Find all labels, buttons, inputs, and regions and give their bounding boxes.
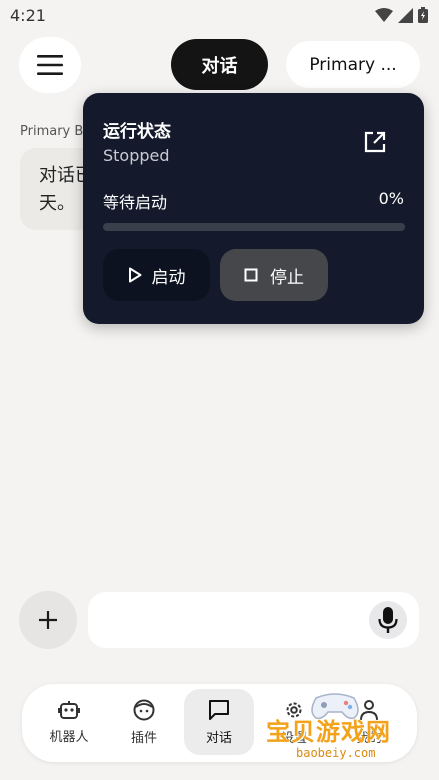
microphone-icon xyxy=(378,607,398,633)
hamburger-menu-icon xyxy=(37,55,63,75)
progress-label: 等待启动 xyxy=(103,193,168,212)
bot-name-label: Primary B xyxy=(20,124,84,139)
bot-selector-button[interactable]: Primary ... xyxy=(286,41,420,88)
chat-bubble-icon xyxy=(209,699,229,720)
watermark-text: 宝贝游戏网 xyxy=(266,718,391,746)
start-button-label: 启动 xyxy=(151,267,186,288)
tab-chat[interactable]: 对话 xyxy=(171,39,268,90)
nav-item-chat[interactable]: 对话 xyxy=(184,689,254,755)
stop-button-label: 停止 xyxy=(270,267,304,288)
start-button[interactable]: 启动 xyxy=(103,249,210,301)
signal-icon xyxy=(398,7,413,23)
nav-label-robots: 机器人 xyxy=(49,729,89,745)
wifi-icon xyxy=(375,8,393,22)
play-icon xyxy=(128,267,141,283)
progress-bar xyxy=(103,223,405,231)
nav-label-plugins: 插件 xyxy=(130,730,157,746)
face-icon xyxy=(133,699,155,720)
run-state-text: Stopped xyxy=(103,146,170,165)
progress-value: 0% xyxy=(378,189,404,208)
robot-icon xyxy=(58,700,80,719)
status-bar: 4:21 xyxy=(0,0,439,30)
nav-item-plugins[interactable]: 插件 xyxy=(109,689,179,755)
open-external-button[interactable] xyxy=(362,129,388,155)
battery-icon xyxy=(418,7,428,23)
menu-button[interactable] xyxy=(19,37,81,93)
microphone-button[interactable] xyxy=(369,601,407,639)
plus-icon xyxy=(39,611,57,629)
nav-label-chat: 对话 xyxy=(205,730,232,746)
run-status-panel: 运行状态 Stopped 等待启动 0% 启动 停止 xyxy=(83,93,424,324)
watermark: 宝贝游戏网 baobeiy.com xyxy=(262,688,412,768)
nav-item-robots[interactable]: 机器人 xyxy=(34,689,104,755)
message-input-box xyxy=(88,592,419,648)
panel-title: 运行状态 xyxy=(103,122,171,142)
add-attachment-button[interactable] xyxy=(19,591,77,649)
status-time: 4:21 xyxy=(10,5,46,25)
stop-icon xyxy=(244,268,258,282)
watermark-url: baobeiy.com xyxy=(296,746,376,760)
status-icons xyxy=(375,7,428,23)
message-input[interactable] xyxy=(102,592,362,648)
open-external-icon xyxy=(364,131,386,153)
stop-button[interactable]: 停止 xyxy=(220,249,328,301)
